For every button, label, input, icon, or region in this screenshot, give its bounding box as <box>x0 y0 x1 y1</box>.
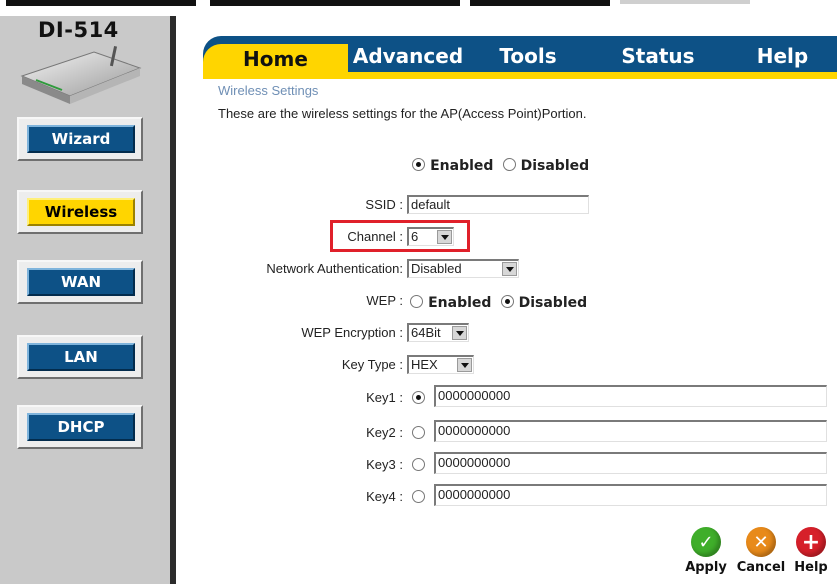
key-type-label: Key Type : <box>341 357 403 372</box>
wep-disabled-label: Disabled <box>518 295 588 311</box>
channel-label: Channel : <box>347 229 403 244</box>
wireless-enabled-label: Enabled <box>430 158 494 174</box>
chevron-down-icon <box>457 358 472 372</box>
ssid-label: SSID : <box>365 197 403 212</box>
device-model: DI-514 <box>38 18 119 42</box>
checkmark-icon: ✓ <box>691 527 721 557</box>
auth-label: Network Authentication: <box>266 261 403 276</box>
wep-encryption-select[interactable]: 64Bit <box>407 323 469 342</box>
key1-input[interactable]: 0000000000 <box>434 385 827 407</box>
wep-enabled-label: Enabled <box>428 295 492 311</box>
wireless-disabled-radio[interactable] <box>502 158 516 171</box>
auth-select[interactable]: Disabled <box>407 259 519 278</box>
wep-state-group: Enabled Disabled <box>410 292 587 311</box>
channel-select[interactable]: 6 <box>407 227 454 246</box>
key3-input[interactable]: 0000000000 <box>434 452 827 474</box>
chevron-down-icon <box>452 326 467 340</box>
wireless-state-group: Enabled Disabled <box>412 155 589 174</box>
auth-value: Disabled <box>411 261 462 276</box>
sidebar-item-wizard[interactable]: Wizard <box>17 117 143 161</box>
apply-label: Apply <box>685 560 727 575</box>
sidebar-item-label: WAN <box>27 268 135 296</box>
help-button[interactable]: + Help <box>785 527 837 575</box>
sidebar-item-wireless[interactable]: Wireless <box>17 190 143 234</box>
apply-button[interactable]: ✓ Apply <box>678 527 734 575</box>
key2-radio[interactable] <box>412 426 425 439</box>
router-image <box>20 46 142 104</box>
wep-disabled-radio[interactable] <box>500 295 514 308</box>
sidebar-item-wan[interactable]: WAN <box>17 260 143 304</box>
tab-home[interactable]: Home <box>203 44 348 72</box>
wep-encryption-value: 64Bit <box>411 325 441 340</box>
tab-underline <box>203 72 837 79</box>
key4-radio[interactable] <box>412 490 425 503</box>
cancel-x-icon: ✕ <box>746 527 776 557</box>
tab-tools[interactable]: Tools <box>468 36 588 72</box>
top-tab-bar: Home Advanced Tools Status Help <box>203 36 837 72</box>
key2-label: Key2 : <box>366 425 403 440</box>
key3-radio[interactable] <box>412 458 425 471</box>
wireless-enabled-radio[interactable] <box>412 158 425 171</box>
chevron-down-icon <box>502 262 517 276</box>
key3-label: Key3 : <box>366 457 403 472</box>
section-description: These are the wireless settings for the … <box>218 106 587 121</box>
key-type-select[interactable]: HEX <box>407 355 474 374</box>
tab-help[interactable]: Help <box>728 36 837 72</box>
sidebar-item-label: DHCP <box>27 413 135 441</box>
sidebar-item-dhcp[interactable]: DHCP <box>17 405 143 449</box>
key-type-value: HEX <box>411 357 438 372</box>
channel-value: 6 <box>411 229 419 244</box>
key1-label: Key1 : <box>366 390 403 405</box>
sidebar-item-label: LAN <box>27 343 135 371</box>
cropped-top-strip <box>0 0 837 16</box>
plus-icon: + <box>796 527 826 557</box>
section-title: Wireless Settings <box>218 83 319 98</box>
wep-encryption-label: WEP Encryption : <box>301 325 403 340</box>
help-label: Help <box>794 560 828 575</box>
wireless-disabled-label: Disabled <box>520 158 590 174</box>
sidebar-item-label: Wizard <box>27 125 135 153</box>
sidebar-divider <box>170 16 176 584</box>
key2-input[interactable]: 0000000000 <box>434 420 827 442</box>
cancel-button[interactable]: ✕ Cancel <box>733 527 789 575</box>
chevron-down-icon <box>437 230 452 244</box>
wep-enabled-radio[interactable] <box>410 295 423 308</box>
ssid-input[interactable]: default <box>407 195 589 214</box>
key4-input[interactable]: 0000000000 <box>434 484 827 506</box>
key1-radio[interactable] <box>412 391 425 404</box>
tab-advanced[interactable]: Advanced <box>348 36 468 72</box>
sidebar-item-lan[interactable]: LAN <box>17 335 143 379</box>
key4-label: Key4 : <box>366 489 403 504</box>
cancel-label: Cancel <box>736 560 786 575</box>
sidebar-item-label: Wireless <box>27 198 135 226</box>
tab-status[interactable]: Status <box>588 36 728 72</box>
wep-label: WEP : <box>366 293 403 308</box>
